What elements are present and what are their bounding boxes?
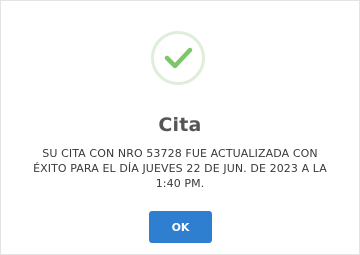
dialog-title: Cita [158,114,202,136]
ok-button[interactable]: OK [149,211,212,243]
success-dialog: Cita SU CITA CON NRO 53728 FUE ACTUALIZA… [0,0,360,255]
checkmark-icon [164,47,193,69]
success-icon-circle [151,31,205,85]
dialog-message: SU CITA CON NRO 53728 FUE ACTUALIZADA CO… [33,147,327,190]
